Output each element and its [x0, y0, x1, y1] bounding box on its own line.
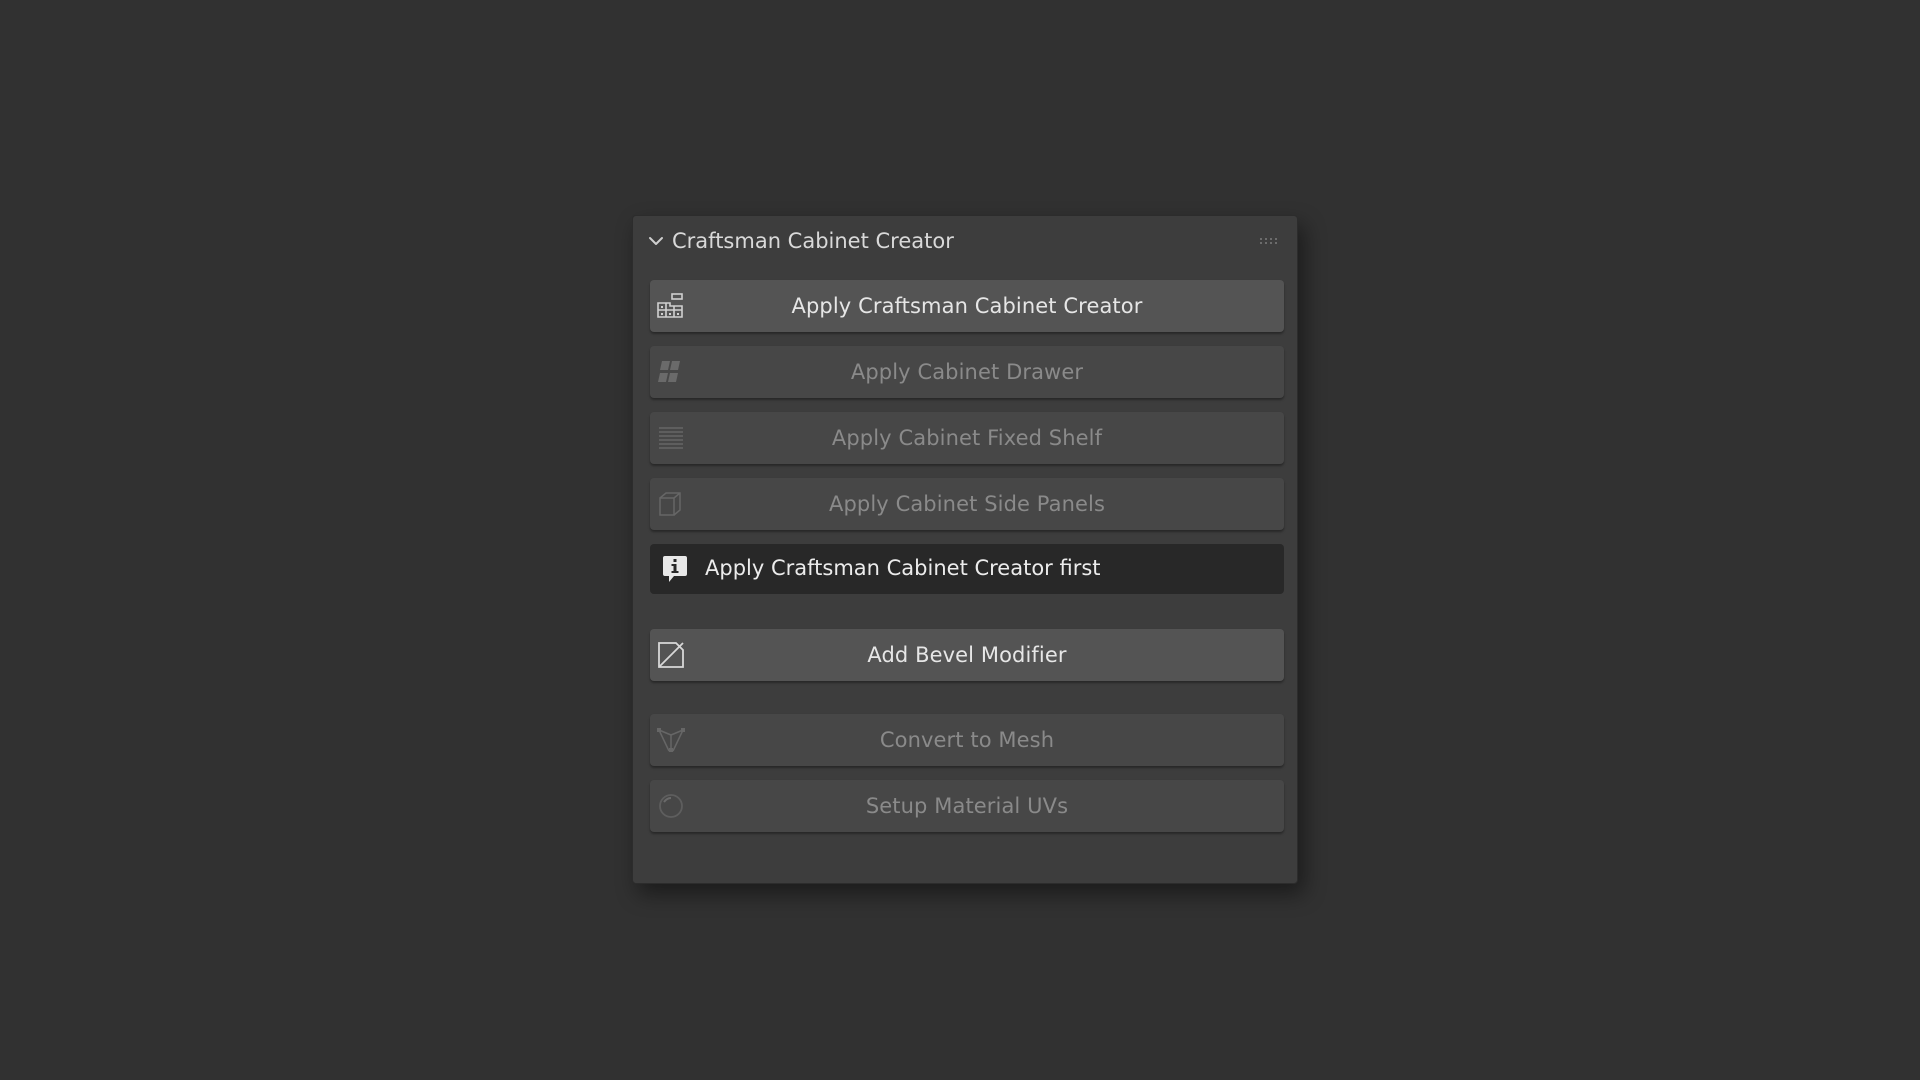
add-bevel-modifier-button[interactable]: Add Bevel Modifier — [650, 629, 1284, 681]
apply-cabinet-fixed-shelf-button[interactable]: Apply Cabinet Fixed Shelf — [650, 412, 1284, 464]
apply-cabinet-creator-button[interactable]: Apply Craftsman Cabinet Creator — [650, 280, 1284, 332]
info-message-text: Apply Craftsman Cabinet Creator first — [705, 556, 1101, 580]
mesh-icon — [657, 728, 685, 752]
button-label: Apply Cabinet Side Panels — [829, 492, 1105, 516]
convert-to-mesh-button[interactable]: Convert to Mesh — [650, 714, 1284, 766]
bevel-icon — [658, 642, 684, 668]
apply-cabinet-drawer-button[interactable]: Apply Cabinet Drawer — [650, 346, 1284, 398]
side-panels-icon — [659, 492, 681, 516]
shelf-icon — [659, 427, 683, 449]
grip-dots-icon[interactable] — [1259, 236, 1281, 246]
setup-material-uvs-button[interactable]: Setup Material UVs — [650, 780, 1284, 832]
drawer-icon — [658, 361, 680, 382]
craftsman-cabinet-panel: Craftsman Cabinet Creator Apply Craftsma… — [632, 215, 1298, 884]
info-icon — [663, 556, 687, 582]
cabinet-icon — [657, 293, 683, 318]
button-label: Apply Cabinet Fixed Shelf — [831, 426, 1103, 450]
apply-cabinet-side-panels-button[interactable]: Apply Cabinet Side Panels — [650, 478, 1284, 530]
material-sphere-icon — [659, 794, 683, 818]
button-label: Setup Material UVs — [865, 794, 1069, 818]
button-label: Add Bevel Modifier — [867, 643, 1067, 667]
button-label: Convert to Mesh — [879, 728, 1055, 752]
panel-header[interactable]: Craftsman Cabinet Creator — [633, 216, 1297, 266]
panel-title: Craftsman Cabinet Creator — [672, 229, 954, 253]
button-label: Apply Craftsman Cabinet Creator — [791, 294, 1143, 318]
info-message: Apply Craftsman Cabinet Creator first — [650, 544, 1284, 594]
button-label: Apply Cabinet Drawer — [850, 360, 1084, 384]
chevron-down-icon[interactable] — [647, 232, 665, 250]
